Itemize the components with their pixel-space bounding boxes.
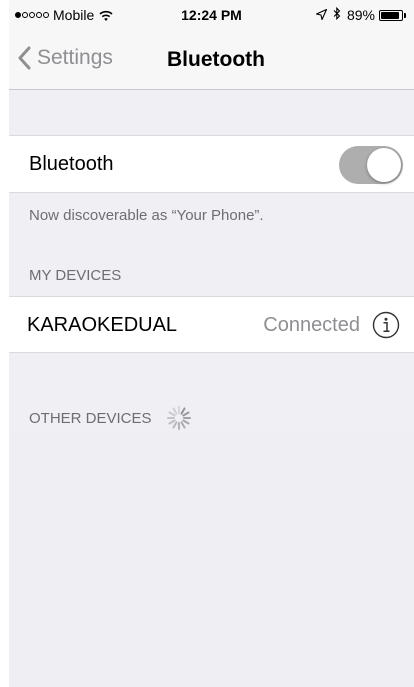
other-devices-label: OTHER DEVICES — [29, 409, 152, 427]
chevron-left-icon — [17, 46, 31, 70]
spinner-spoke — [181, 411, 190, 417]
info-icon[interactable] — [372, 311, 400, 339]
spinner-spoke — [180, 407, 186, 415]
my-devices-header: MY DEVICES — [29, 267, 122, 284]
device-row[interactable]: KARAOKEDUAL Connected — [9, 296, 414, 353]
bluetooth-toggle-cell: Bluetooth — [9, 135, 414, 193]
toggle-knob — [367, 148, 401, 182]
battery-level — [381, 11, 399, 19]
spinner-spoke — [168, 419, 176, 425]
bluetooth-toggle-switch[interactable] — [339, 146, 403, 184]
spinner-spoke — [172, 407, 178, 415]
spinner-spoke — [172, 421, 178, 429]
battery-percent: 89% — [346, 7, 375, 23]
other-devices-list-area — [9, 434, 414, 687]
navigation-bar: Settings Bluetooth — [9, 28, 414, 90]
battery-icon — [379, 9, 403, 21]
back-button-label: Settings — [37, 46, 113, 69]
location-arrow-icon — [315, 7, 328, 23]
device-name: KARAOKEDUAL — [27, 314, 178, 336]
status-right: 89% — [315, 6, 406, 23]
discoverable-note: Now discoverable as “Your Phone”. — [29, 207, 264, 224]
bluetooth-settings-screen: Mobile 12:24 PM 89% Settings Bluetooth B… — [9, 0, 414, 687]
page-title: Bluetooth — [167, 48, 265, 71]
loading-spinner-icon — [166, 405, 192, 431]
back-button[interactable]: Settings — [17, 46, 113, 70]
spinner-spoke — [181, 419, 190, 425]
other-devices-header: OTHER DEVICES — [29, 405, 192, 431]
device-status: Connected — [263, 314, 360, 336]
spinner-spoke — [168, 411, 176, 417]
bluetooth-toggle-label: Bluetooth — [29, 153, 114, 175]
battery-tip — [404, 12, 406, 18]
status-bar: Mobile 12:24 PM 89% — [9, 0, 414, 28]
spinner-spoke — [180, 421, 186, 429]
bluetooth-icon — [333, 6, 341, 23]
